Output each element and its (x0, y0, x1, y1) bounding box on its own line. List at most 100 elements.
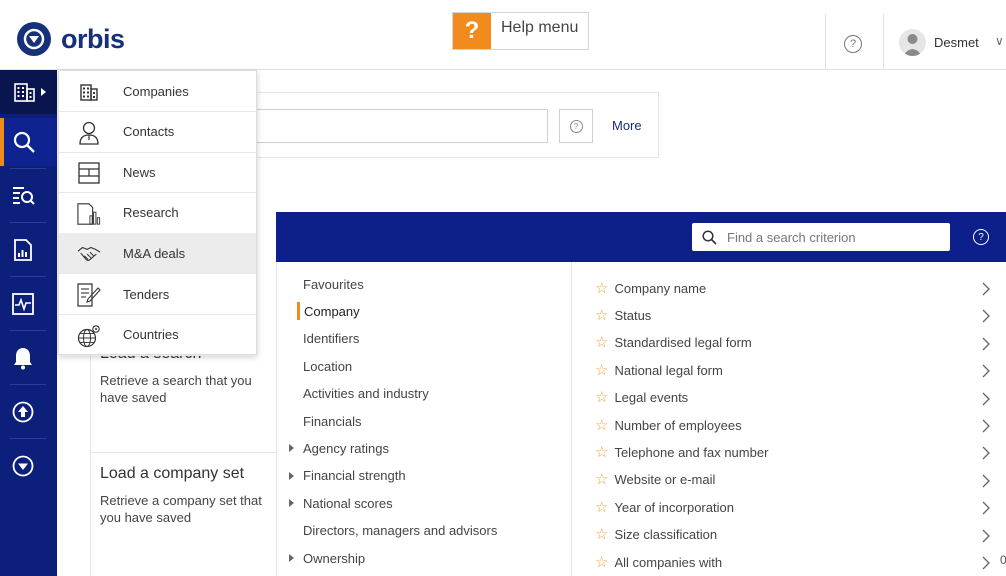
dropdown-item[interactable]: News (59, 152, 256, 194)
chevron-right-icon[interactable] (979, 279, 993, 299)
criterion-item[interactable]: ☆ All companies with (595, 552, 722, 572)
search-help-button[interactable]: ? (559, 109, 593, 143)
star-icon[interactable]: ☆ (595, 500, 608, 515)
category-item[interactable]: Ownership (287, 548, 365, 568)
star-icon[interactable]: ☆ (595, 555, 608, 570)
user-avatar[interactable] (899, 29, 926, 56)
criterion-item[interactable]: ☆ Legal events (595, 388, 688, 408)
star-icon[interactable]: ☆ (595, 281, 608, 296)
category-item[interactable]: Financials (287, 411, 362, 431)
more-link[interactable]: More (612, 118, 642, 133)
category-item[interactable]: National scores (287, 493, 393, 513)
star-icon[interactable]: ☆ (595, 390, 608, 405)
criterion-item[interactable]: ☆ Telephone and fax number (595, 442, 768, 462)
category-item[interactable]: Financial strength (287, 466, 406, 486)
category-item[interactable]: Favourites (287, 274, 364, 294)
chevron-right-icon[interactable] (979, 416, 993, 436)
help-circle-icon[interactable]: ? (844, 35, 862, 53)
category-item[interactable]: Identifiers (287, 329, 359, 349)
chevron-right-icon[interactable] (979, 471, 993, 491)
star-icon[interactable]: ☆ (595, 445, 608, 460)
left-nav-sidebar (0, 70, 57, 576)
bell-icon (14, 348, 32, 370)
caret-right-icon (289, 499, 294, 508)
category-label: Activities and industry (303, 386, 429, 402)
orbis-logo-icon (12, 455, 34, 477)
criterion-item[interactable]: ☆ Size classification (595, 525, 717, 545)
search-bar-card: ? More (207, 92, 659, 158)
sidebar-item-companies-selector[interactable] (0, 70, 57, 114)
header-divider (825, 14, 826, 70)
load-company-set-description: Retrieve a company set that you have sav… (100, 493, 262, 525)
star-icon[interactable]: ☆ (595, 472, 608, 487)
criterion-item[interactable]: ☆ Company name (595, 278, 706, 298)
sidebar-item-upload[interactable] (0, 388, 57, 436)
dropdown-item[interactable]: M&A deals (59, 233, 256, 275)
star-icon[interactable]: ☆ (595, 363, 608, 378)
news-icon (77, 161, 101, 185)
category-item[interactable]: Activities and industry (287, 384, 429, 404)
dropdown-item[interactable]: Contacts (59, 112, 256, 153)
sidebar-divider (10, 330, 46, 331)
category-item[interactable]: Company (287, 301, 360, 321)
find-criterion-input[interactable] (727, 229, 937, 245)
search-list-icon (13, 187, 35, 205)
dropdown-item[interactable]: Countries (59, 315, 256, 356)
find-criterion-box[interactable] (692, 223, 950, 251)
criterion-label: Year of incorporation (614, 499, 734, 515)
dropdown-item-label: Companies (123, 83, 189, 99)
contact-icon (77, 121, 101, 145)
chevron-right-icon[interactable] (979, 498, 993, 518)
category-label: Agency ratings (303, 440, 389, 456)
criterion-item[interactable]: ☆ Website or e-mail (595, 470, 715, 490)
sidebar-item-alerts[interactable] (0, 334, 57, 382)
criterion-item[interactable]: ☆ Standardised legal form (595, 333, 752, 353)
dropdown-item-label: Countries (123, 327, 179, 343)
dropdown-item[interactable]: Research (59, 193, 256, 234)
caret-right-icon (41, 88, 46, 96)
upload-icon (12, 401, 34, 423)
star-icon[interactable]: ☆ (595, 527, 608, 542)
sidebar-item-search[interactable] (0, 118, 57, 166)
user-name[interactable]: Desmet (934, 35, 979, 50)
category-item[interactable]: Location (287, 356, 352, 376)
criterion-label: Size classification (614, 527, 718, 543)
category-label: Company (304, 303, 360, 319)
load-company-set-title[interactable]: Load a company set (100, 465, 244, 483)
building-icon (14, 83, 35, 102)
chevron-down-icon[interactable]: ∨ (995, 34, 1004, 48)
dropdown-item[interactable]: Companies (59, 71, 256, 112)
criterion-item[interactable]: ☆ Status (595, 305, 651, 325)
chevron-right-icon[interactable] (979, 361, 993, 381)
star-icon[interactable]: ☆ (595, 308, 608, 323)
category-label: Identifiers (303, 331, 360, 347)
chevron-right-icon[interactable] (979, 443, 993, 463)
category-item[interactable]: Agency ratings (287, 438, 389, 458)
sidebar-item-monitoring[interactable] (0, 280, 57, 328)
star-icon[interactable]: ☆ (595, 418, 608, 433)
sidebar-item-reports[interactable] (0, 226, 57, 274)
chevron-right-icon[interactable] (979, 389, 993, 409)
criterion-item[interactable]: ☆ Year of incorporation (595, 497, 734, 517)
chevron-right-icon[interactable] (979, 334, 993, 354)
category-item[interactable]: Directors, managers and advisors (287, 521, 497, 541)
sidebar-item-saved-searches[interactable] (0, 172, 57, 220)
category-label: Financial strength (303, 468, 406, 484)
star-icon[interactable]: ☆ (595, 335, 608, 350)
sidebar-divider (10, 222, 46, 223)
help-circle-icon[interactable]: ? (973, 229, 989, 245)
criterion-item[interactable]: ☆ Number of employees (595, 415, 742, 435)
search-input[interactable] (246, 109, 548, 143)
dropdown-item[interactable]: Tenders (59, 274, 256, 315)
monitor-icon (12, 293, 34, 315)
building-icon (77, 80, 101, 104)
chevron-right-icon[interactable] (979, 526, 993, 546)
criterion-item[interactable]: ☆ National legal form (595, 360, 723, 380)
chevron-right-icon[interactable] (979, 306, 993, 326)
help-menu-button[interactable]: ? Help menu (452, 12, 590, 50)
orbis-logo[interactable]: orbis (17, 22, 125, 56)
sidebar-item-orbis[interactable] (0, 442, 57, 490)
chevron-right-icon[interactable] (979, 553, 993, 573)
criterion-label: Website or e-mail (614, 472, 716, 488)
category-label: Favourites (303, 276, 364, 292)
